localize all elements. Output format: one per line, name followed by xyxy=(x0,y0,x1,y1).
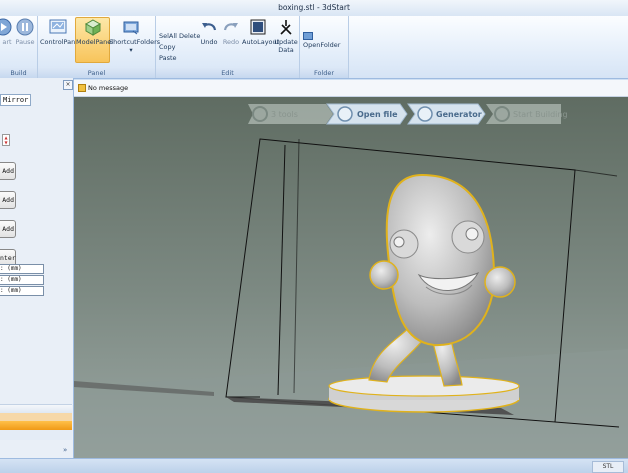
build-group-label: Build xyxy=(0,68,37,78)
progress-track xyxy=(0,413,72,421)
shortcut-folders-icon xyxy=(123,21,139,35)
tab-mirror[interactable]: Mirror xyxy=(0,94,31,106)
status-bar: STL xyxy=(0,458,628,473)
step-start-building-label: Start Building xyxy=(513,110,568,119)
step-tools[interactable]: 3 tools xyxy=(248,104,333,124)
pause-icon xyxy=(16,18,34,36)
add-button-2[interactable]: Add xyxy=(0,191,16,209)
step-generator[interactable]: Generator xyxy=(407,103,486,125)
window-title: boxing.stl - 3dStart xyxy=(278,3,350,12)
model-panel-icon xyxy=(84,19,101,36)
left-panel: × Mirror ▲ ▼ Add Add Add nter : (mm) : (… xyxy=(0,78,74,458)
step-open-file[interactable]: Open file xyxy=(326,103,408,125)
size-field-x[interactable]: : (mm) xyxy=(0,264,44,274)
panel-footer xyxy=(0,430,72,440)
redo-icon xyxy=(223,23,238,31)
paste-button[interactable]: Paste xyxy=(159,54,177,62)
panel-group: ControlPanel ModelPanel ShortcutFolders … xyxy=(38,16,160,78)
step-start-building[interactable]: Start Building xyxy=(486,104,568,124)
open-folder-button[interactable]: OpenFolder xyxy=(303,32,348,49)
step-open-file-label: Open file xyxy=(357,110,398,119)
collapse-icon[interactable]: » xyxy=(63,446,67,454)
autolayout-button[interactable]: AutoLayout xyxy=(242,18,279,46)
size-field-z[interactable]: : (mm) xyxy=(0,286,44,296)
undo-button[interactable]: Undo xyxy=(198,18,220,46)
model-panel-button[interactable]: ModelPanel xyxy=(75,17,113,63)
message-text: No message xyxy=(88,84,129,92)
autolayout-icon xyxy=(250,19,266,35)
folder-icon xyxy=(303,32,313,40)
select-all-button[interactable]: SelAll xyxy=(159,32,177,40)
start-icon xyxy=(0,18,12,36)
info-icon xyxy=(78,84,86,92)
start-button[interactable]: art xyxy=(0,18,14,46)
spinner-down-icon[interactable]: ▼ xyxy=(3,140,9,145)
build-group: art Pause Build xyxy=(0,16,38,78)
close-panel-button[interactable]: × xyxy=(63,80,73,90)
copy-button[interactable]: Copy xyxy=(159,43,176,51)
panel-separator xyxy=(0,404,72,413)
step-tools-label: 3 tools xyxy=(271,110,298,119)
ribbon: art Pause Build ControlPanel ModelPanel … xyxy=(0,16,628,79)
size-field-y[interactable]: : (mm) xyxy=(0,275,44,285)
folder-group-label: Folder xyxy=(300,68,348,78)
viewport-3d[interactable]: 3 tools Open file Generator Start Buildi… xyxy=(74,97,628,458)
control-panel-icon xyxy=(49,19,66,34)
spinner[interactable]: ▲ ▼ xyxy=(2,134,10,146)
chevron-down-icon: ▾ xyxy=(129,46,133,54)
shortcut-folders-button[interactable]: ShortcutFolders ▾ xyxy=(109,18,160,54)
edit-group-label: Edit xyxy=(156,68,299,78)
pause-button[interactable]: Pause xyxy=(14,18,36,46)
update-data-button[interactable]: Update Data xyxy=(273,18,299,54)
edit-group: SelAll Delete Copy Paste Undo Redo AutoL… xyxy=(156,16,300,78)
panel-group-label: Panel xyxy=(38,68,155,78)
undo-icon xyxy=(202,23,217,31)
open-file-icon xyxy=(337,106,353,122)
status-file-type: STL xyxy=(592,461,624,473)
redo-button[interactable]: Redo xyxy=(220,18,242,46)
message-bar: No message xyxy=(74,80,628,97)
title-bar: boxing.stl - 3dStart xyxy=(0,0,628,17)
add-button-3[interactable]: Add xyxy=(0,220,16,238)
add-button-1[interactable]: Add xyxy=(0,162,16,180)
folder-group: OpenFolder Folder xyxy=(300,16,349,78)
progress-bar xyxy=(0,421,72,430)
control-panel-button[interactable]: ControlPanel xyxy=(40,18,81,46)
update-data-icon xyxy=(280,20,292,35)
step-generator-label: Generator xyxy=(436,110,482,119)
generator-icon xyxy=(417,106,433,122)
